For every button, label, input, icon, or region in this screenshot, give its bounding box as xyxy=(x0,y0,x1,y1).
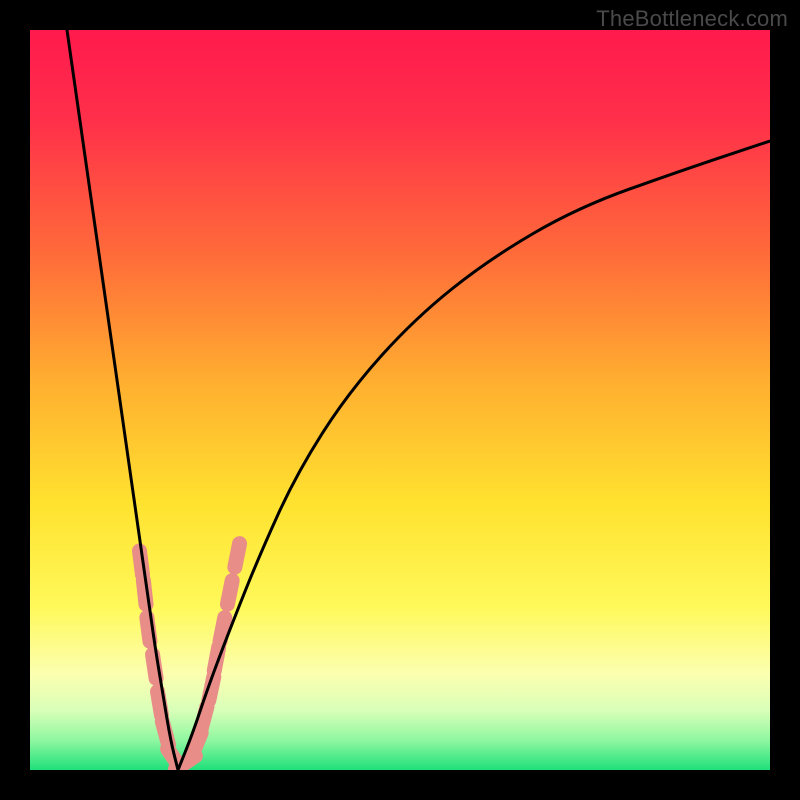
curve-right-branch xyxy=(178,141,770,770)
plot-area xyxy=(30,30,770,770)
marker-capsule xyxy=(158,692,162,716)
chart-svg xyxy=(30,30,770,770)
marker-capsule xyxy=(220,618,225,642)
marker-layer xyxy=(140,544,240,770)
watermark-text: TheBottleneck.com xyxy=(596,6,788,32)
marker-capsule xyxy=(235,544,240,568)
marker-capsule xyxy=(147,618,150,642)
outer-frame: TheBottleneck.com xyxy=(0,0,800,800)
curve-left-branch xyxy=(67,30,178,770)
marker-capsule xyxy=(227,581,232,605)
